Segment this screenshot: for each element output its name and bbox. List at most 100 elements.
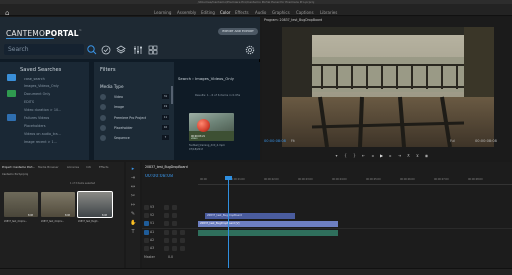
clip-v1[interactable]: 20837_test_BugDropBoard [V] xyxy=(198,221,338,227)
workspace-assembly[interactable]: Assembly xyxy=(177,10,196,15)
master-volume[interactable]: 0.0 xyxy=(168,255,173,259)
breadcrumb-root[interactable]: Search xyxy=(178,76,191,81)
saved-search-item[interactable]: Document Only xyxy=(24,92,50,96)
go-to-in-icon[interactable]: ⇤ xyxy=(359,153,368,158)
source-patch-a3[interactable] xyxy=(144,246,149,251)
eye-icon[interactable] xyxy=(172,205,177,210)
media-type-radio[interactable] xyxy=(100,135,106,141)
sync-lock-icon[interactable] xyxy=(164,205,169,210)
grid-icon[interactable] xyxy=(147,44,159,56)
eye-icon[interactable] xyxy=(172,221,177,226)
track-header-master[interactable]: Master 0.0 xyxy=(144,255,194,261)
gear-icon[interactable] xyxy=(244,44,256,56)
play-icon[interactable]: ▶ xyxy=(377,153,386,158)
workspace-audio[interactable]: Audio xyxy=(255,10,266,15)
tab-effects[interactable]: Effects xyxy=(99,165,109,169)
mark-out-bracket-icon[interactable]: } xyxy=(350,153,359,158)
step-forward-icon[interactable]: ▸ xyxy=(386,153,395,158)
mark-in-icon[interactable]: ▾ xyxy=(332,153,341,158)
extract-icon[interactable]: ⊻ xyxy=(413,153,422,158)
media-type-radio[interactable] xyxy=(100,94,106,100)
program-timecode[interactable]: 00:00:08:08 xyxy=(264,139,286,143)
track-header-v1[interactable]: V1 xyxy=(144,221,194,227)
lift-icon[interactable]: ⊼ xyxy=(404,153,413,158)
tab-info[interactable]: Info xyxy=(86,165,91,169)
track-header-v3[interactable]: V3 xyxy=(144,205,194,211)
saved-search-item[interactable]: EDITS xyxy=(24,100,34,104)
tab-media-browser[interactable]: Media Browser xyxy=(38,165,59,169)
source-patch-v1[interactable] xyxy=(144,221,149,226)
tab-project[interactable]: Project: Cantemo Port... xyxy=(2,165,35,169)
solo-icon[interactable] xyxy=(180,230,185,235)
hand-tool-icon[interactable]: ✋ xyxy=(130,220,136,226)
home-icon[interactable]: ⌂ xyxy=(5,10,13,17)
media-type-radio[interactable] xyxy=(100,104,106,110)
saved-search-item[interactable]: Images_Videos_Only xyxy=(24,84,59,88)
saved-search-item[interactable]: Image recent > 1... xyxy=(24,140,57,144)
mute-icon[interactable] xyxy=(172,238,177,243)
slip-tool-icon[interactable]: ↦ xyxy=(130,202,136,208)
workspace-captions[interactable]: Captions xyxy=(296,10,314,15)
search-input[interactable] xyxy=(8,45,78,54)
ripple-edit-tool-icon[interactable]: ↔ xyxy=(130,184,136,190)
search-field[interactable] xyxy=(4,44,84,55)
saved-search-item[interactable]: Video duration > 10... xyxy=(24,108,61,112)
workspace-learning[interactable]: Learning xyxy=(154,10,171,15)
time-ruler[interactable] xyxy=(198,176,512,185)
source-patch-a2[interactable] xyxy=(144,238,149,243)
lock-icon[interactable] xyxy=(144,213,149,218)
layers-icon[interactable] xyxy=(115,44,127,56)
filters-scrollbar[interactable] xyxy=(171,86,173,104)
sync-lock-icon[interactable] xyxy=(164,213,169,218)
export-frame-icon[interactable]: ◉ xyxy=(422,153,431,158)
selection-tool-icon[interactable]: ▸ xyxy=(130,166,136,172)
program-video-frame[interactable] xyxy=(282,27,494,147)
playhead[interactable] xyxy=(228,176,229,268)
media-type-radio[interactable] xyxy=(100,125,106,131)
mark-in-bracket-icon[interactable]: { xyxy=(341,153,350,158)
track-header-a2[interactable]: A2 xyxy=(144,238,194,244)
sync-lock-icon[interactable] xyxy=(164,238,169,243)
mute-icon[interactable] xyxy=(172,246,177,251)
track-header-v2[interactable]: V2 xyxy=(144,213,194,219)
clip-a1[interactable] xyxy=(198,230,338,236)
sequence-tab[interactable]: 20837_test_BugDropBoard xyxy=(145,165,188,169)
playhead-handle[interactable] xyxy=(225,176,232,180)
track-header-a1[interactable]: A1 xyxy=(144,230,194,236)
mute-icon[interactable] xyxy=(172,230,177,235)
workspace-libraries[interactable]: Libraries xyxy=(320,10,337,15)
pen-tool-icon[interactable]: ✎ xyxy=(130,211,136,217)
track-select-tool-icon[interactable]: ⇥ xyxy=(130,175,136,181)
workspace-editing[interactable]: Editing xyxy=(201,10,215,15)
step-back-icon[interactable]: ◂ xyxy=(368,153,377,158)
search-icon[interactable] xyxy=(86,44,98,56)
track-header-a3[interactable]: A3 xyxy=(144,246,194,252)
sliders-icon[interactable] xyxy=(132,44,144,56)
source-patch-a1[interactable] xyxy=(144,230,149,235)
lock-icon[interactable] xyxy=(144,205,149,210)
eye-icon[interactable] xyxy=(172,213,177,218)
sync-lock-icon[interactable] xyxy=(164,230,169,235)
clip-v2[interactable]: 20837_test_BugDropBoard xyxy=(205,213,295,219)
sync-lock-icon[interactable] xyxy=(164,221,169,226)
workspace-effects[interactable]: Effects xyxy=(235,10,249,15)
verified-icon[interactable] xyxy=(100,44,112,56)
workspace-graphics[interactable]: Graphics xyxy=(272,10,290,15)
workspace-color[interactable]: Color xyxy=(220,10,230,15)
resolution-select[interactable]: Full xyxy=(450,139,455,143)
razor-tool-icon[interactable]: ✂ xyxy=(130,193,136,199)
tab-libraries[interactable]: Libraries xyxy=(67,165,79,169)
solo-icon[interactable] xyxy=(180,246,185,251)
timeline-timecode[interactable]: 00:00:08:08 xyxy=(145,174,173,179)
result-thumbnail[interactable]: 00:00:03:21 VIDEO xyxy=(189,113,234,141)
zoom-select[interactable]: Fit xyxy=(291,139,295,143)
solo-icon[interactable] xyxy=(180,238,185,243)
saved-search-item[interactable]: Videos on audio_tra... xyxy=(24,132,61,136)
sync-lock-icon[interactable] xyxy=(164,246,169,251)
saved-search-item[interactable]: Failures Videos xyxy=(24,116,49,120)
type-tool-icon[interactable]: T xyxy=(130,229,136,235)
go-to-out-icon[interactable]: ⇥ xyxy=(395,153,404,158)
import-export-button[interactable]: IMPORT AND EXPORT xyxy=(218,28,258,35)
saved-search-item[interactable]: Placeholders xyxy=(24,124,46,128)
saved-search-item[interactable]: case_search xyxy=(24,77,45,81)
